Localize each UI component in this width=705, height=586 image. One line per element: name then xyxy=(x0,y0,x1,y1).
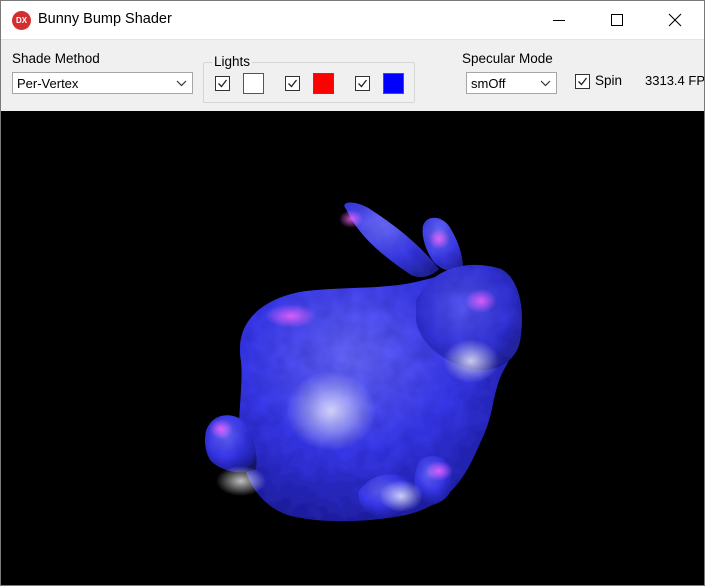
window-title: Bunny Bump Shader xyxy=(38,11,172,27)
spin-checkbox[interactable] xyxy=(575,74,590,89)
app-window: DX Bunny Bump Shader Shade Method Per-Ve… xyxy=(0,0,705,586)
minimize-button[interactable] xyxy=(530,1,588,39)
bunny-render xyxy=(205,202,522,522)
check-icon xyxy=(288,79,298,88)
specular-mode-value: smOff xyxy=(471,76,506,91)
light-1-color-swatch[interactable] xyxy=(243,73,264,94)
close-icon xyxy=(668,13,682,27)
light-2-checkbox[interactable] xyxy=(285,76,300,91)
light-3-checkbox[interactable] xyxy=(355,76,370,91)
chevron-down-icon xyxy=(540,80,551,87)
render-viewport[interactable] xyxy=(1,111,704,585)
specular-mode-label: Specular Mode xyxy=(462,51,553,66)
light-2-color-swatch[interactable] xyxy=(313,73,334,94)
chevron-down-icon xyxy=(176,80,187,87)
shade-method-label: Shade Method xyxy=(12,51,100,66)
minimize-icon xyxy=(553,20,565,21)
fps-readout: 3313.4 FPS xyxy=(645,73,705,88)
check-icon xyxy=(358,79,368,88)
maximize-icon xyxy=(611,14,623,26)
spin-label: Spin xyxy=(595,73,623,88)
check-icon xyxy=(218,79,228,88)
dx-app-icon: DX xyxy=(12,11,31,30)
close-button[interactable] xyxy=(646,1,704,39)
toolbar: Shade Method Per-Vertex Lights Specular … xyxy=(1,39,704,111)
title-bar[interactable]: DX Bunny Bump Shader xyxy=(1,1,704,39)
lights-group-label: Lights xyxy=(212,54,253,69)
shade-method-select[interactable]: Per-Vertex xyxy=(12,72,193,94)
light-1-checkbox[interactable] xyxy=(215,76,230,91)
specular-mode-select[interactable]: smOff xyxy=(466,72,557,94)
shade-method-value: Per-Vertex xyxy=(17,76,79,91)
light-3-color-swatch[interactable] xyxy=(383,73,404,94)
check-icon xyxy=(578,77,588,86)
maximize-button[interactable] xyxy=(588,1,646,39)
